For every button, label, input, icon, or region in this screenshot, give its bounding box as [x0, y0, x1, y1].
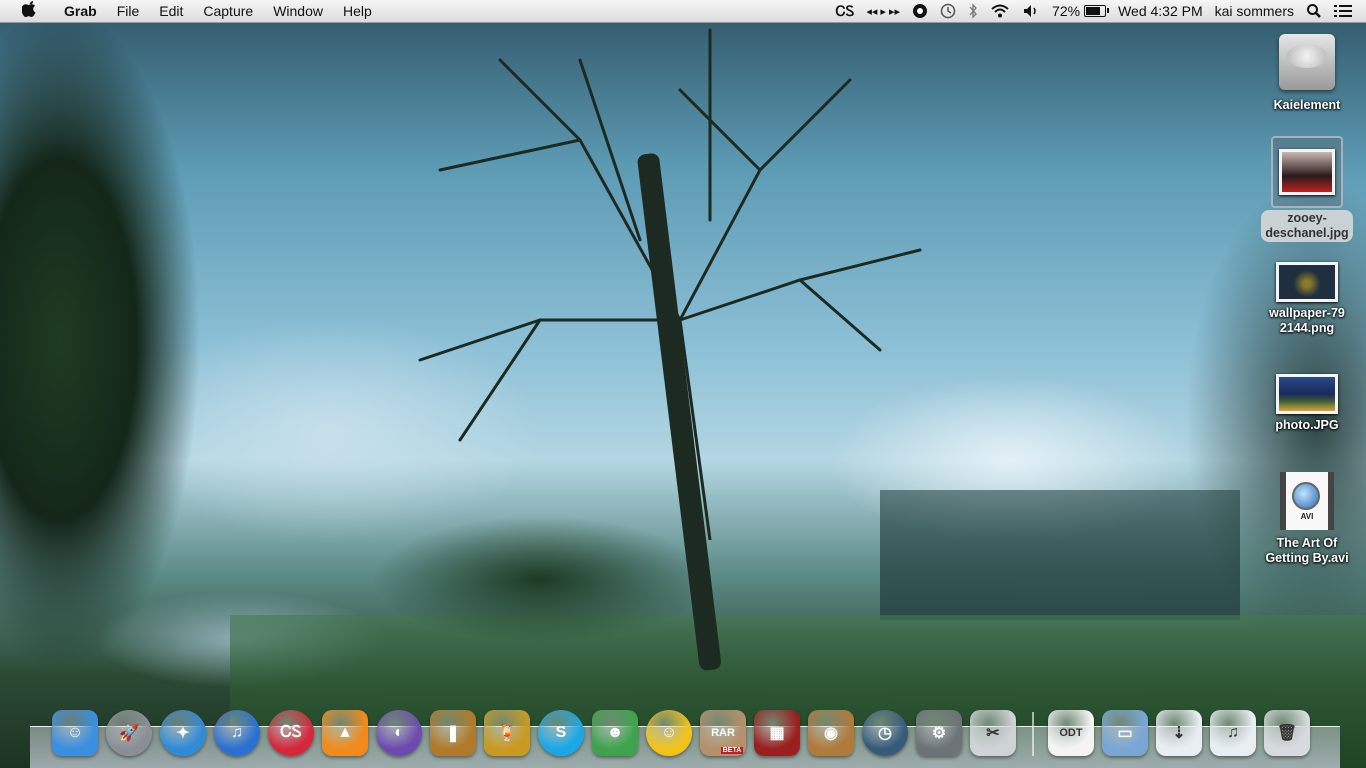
- image-thumbnail-icon: [1276, 262, 1338, 302]
- menu-edit[interactable]: Edit: [149, 3, 193, 19]
- desktop-icon-zooey-deschanel[interactable]: zooey- deschanel.jpg: [1252, 136, 1362, 242]
- image-thumbnail-icon: [1279, 149, 1335, 195]
- screen-capture-icon[interactable]: [912, 3, 928, 19]
- time-machine-icon: ◷: [878, 725, 892, 742]
- dock-scissors-tool[interactable]: ✂: [970, 710, 1016, 756]
- desktop-icon-label: The Art Of Getting By.avi: [1265, 536, 1349, 565]
- odt-document-icon: ODT: [1059, 727, 1083, 739]
- lastfm-icon: ᏟᏚ: [280, 724, 302, 741]
- dock-itunes[interactable]: ♫: [214, 710, 260, 756]
- dock-adium[interactable]: 🍹: [484, 710, 530, 756]
- volume-icon[interactable]: [1022, 3, 1040, 19]
- desktop-icon-the-art-of-getting-by[interactable]: AVI The Art Of Getting By.avi: [1252, 472, 1362, 566]
- movie-file-icon: AVI: [1280, 472, 1334, 530]
- time-machine-menu-icon[interactable]: [940, 3, 956, 19]
- beta-badge: BETA: [720, 746, 744, 754]
- dock-bittorrent[interactable]: ◐: [376, 710, 422, 756]
- desktop-icon-wallpaper-png[interactable]: wallpaper-79 2144.png: [1252, 262, 1362, 336]
- desktop-icon-photo-jpg[interactable]: photo.JPG: [1252, 374, 1362, 433]
- dock-separator: [1032, 712, 1034, 756]
- unrar-icon: RAR: [711, 727, 735, 739]
- dock-image-capture[interactable]: ◉: [808, 710, 854, 756]
- vlc-icon: ▲: [337, 724, 353, 741]
- desktop-icon-label: wallpaper-79 2144.png: [1269, 306, 1345, 335]
- dock: ☺ 🚀 ✦ ♫ ᏟᏚ ▲ ◐ ❚ 🍹 S ☻ ☺ RAR BETA ▦ ◉ ◷ ⚙ ✂ ODT ▭ ⇣ ♫ 🗑: [52, 704, 1318, 756]
- downloads-stack-icon: ⇣: [1172, 725, 1186, 742]
- file-type-badge: AVI: [1300, 512, 1314, 521]
- itunes-icon: ♫: [231, 724, 243, 741]
- dock-photo-booth[interactable]: ▦: [754, 710, 800, 756]
- user-account-menu[interactable]: kai sommers: [1215, 3, 1294, 19]
- wifi-icon[interactable]: [990, 3, 1010, 19]
- safari-icon: ✦: [176, 725, 190, 742]
- folder-icon: ▭: [1117, 725, 1133, 742]
- adium-icon: 🍹: [497, 725, 517, 742]
- dock-safari[interactable]: ✦: [160, 710, 206, 756]
- apple-menu-icon[interactable]: [18, 1, 40, 21]
- battery-level-fill: [1086, 7, 1101, 15]
- menu-window[interactable]: Window: [263, 3, 333, 19]
- lastfm-menu-icon[interactable]: ᏟᏚ: [836, 3, 855, 20]
- wallpaper-tree-branches: [418, 28, 922, 540]
- dock-skype[interactable]: S: [538, 710, 584, 756]
- dock-system-preferences[interactable]: ⚙: [916, 710, 962, 756]
- media-controls-icon[interactable]: ◂◂ ▸ ▸▸: [866, 5, 900, 18]
- dock-messenger[interactable]: ☻: [592, 710, 638, 756]
- desktop-icon-label: zooey- deschanel.jpg: [1261, 210, 1353, 242]
- desktop-icon-label: Kaielement: [1273, 98, 1341, 112]
- skype-icon: S: [555, 724, 567, 741]
- utility-icon: ❚: [446, 725, 460, 742]
- quicktime-lens-icon: [1292, 482, 1320, 510]
- spotlight-search-icon[interactable]: [1306, 3, 1322, 19]
- dock-time-machine[interactable]: ◷: [862, 710, 908, 756]
- image-thumbnail-icon: [1276, 374, 1338, 414]
- dock-downloads-stack[interactable]: ⇣: [1156, 710, 1202, 756]
- menu-bar: Grab File Edit Capture Window Help ᏟᏚ ◂◂…: [0, 0, 1366, 23]
- dock-music-stack[interactable]: ♫: [1210, 710, 1256, 756]
- battery-status[interactable]: 72%: [1052, 3, 1110, 19]
- menu-file[interactable]: File: [107, 3, 150, 19]
- trash-icon: 🗑: [1276, 725, 1298, 742]
- hard-drive-icon: [1279, 34, 1335, 90]
- menu-capture[interactable]: Capture: [193, 3, 263, 19]
- app-menu-grab[interactable]: Grab: [54, 3, 107, 19]
- finder-icon: ☺: [66, 724, 84, 741]
- music-stack-icon: ♫: [1227, 724, 1239, 741]
- dock-utility[interactable]: ❚: [430, 710, 476, 756]
- yahoo-messenger-icon: ☺: [660, 724, 678, 741]
- desktop-icon-hard-drive[interactable]: Kaielement: [1252, 30, 1362, 113]
- image-capture-icon: ◉: [824, 725, 838, 742]
- battery-percent: 72%: [1052, 3, 1081, 19]
- menu-help[interactable]: Help: [333, 3, 382, 19]
- dock-lastfm[interactable]: ᏟᏚ: [268, 710, 314, 756]
- dock-yahoo-messenger[interactable]: ☺: [646, 710, 692, 756]
- messenger-icon: ☻: [606, 724, 624, 741]
- dock-unrar[interactable]: RAR BETA: [700, 710, 746, 756]
- scissors-tool-icon: ✂: [986, 725, 1000, 742]
- launchpad-icon: 🚀: [119, 725, 139, 742]
- dock-finder[interactable]: ☺: [52, 710, 98, 756]
- dock-folder[interactable]: ▭: [1102, 710, 1148, 756]
- dock-trash[interactable]: 🗑: [1264, 710, 1310, 756]
- dock-odt-document[interactable]: ODT: [1048, 710, 1094, 756]
- photo-booth-icon: ▦: [769, 725, 785, 742]
- dock-launchpad[interactable]: 🚀: [106, 710, 152, 756]
- dock-vlc[interactable]: ▲: [322, 710, 368, 756]
- desktop-icon-label: photo.JPG: [1275, 418, 1339, 432]
- notification-list-icon[interactable]: [1334, 4, 1352, 18]
- bluetooth-icon[interactable]: [968, 3, 978, 19]
- bittorrent-icon: ◐: [394, 724, 404, 741]
- selection-highlight: [1271, 136, 1343, 208]
- battery-icon: [1084, 5, 1110, 17]
- system-preferences-icon: ⚙: [931, 725, 947, 742]
- menubar-clock[interactable]: Wed 4:32 PM: [1118, 3, 1203, 19]
